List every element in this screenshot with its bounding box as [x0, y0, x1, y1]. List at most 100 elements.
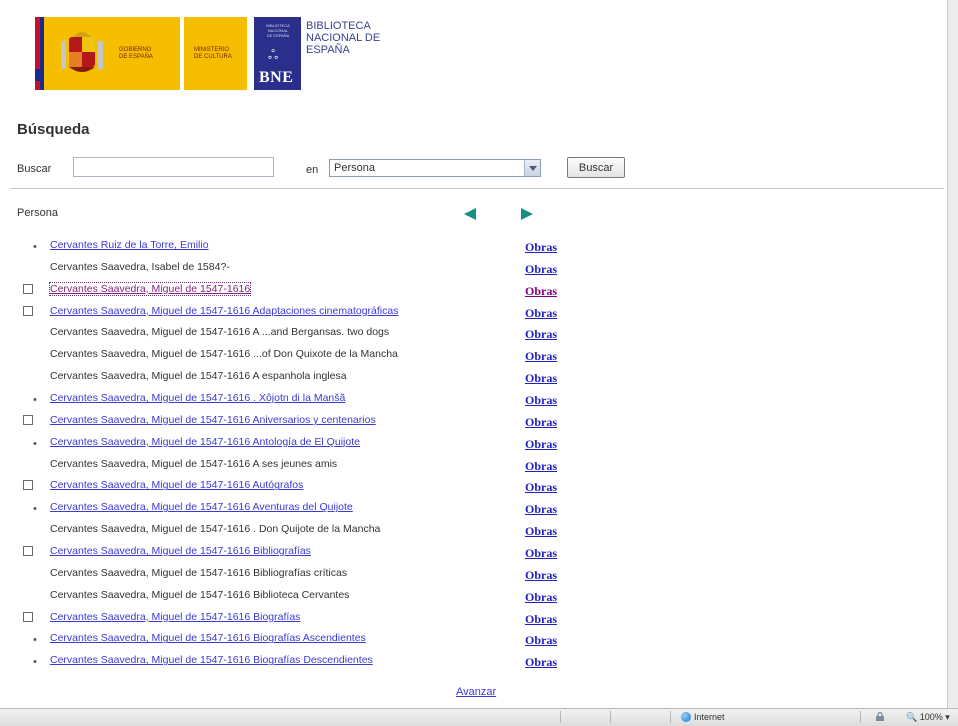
- status-bar: Internet 🔍 100% ▾: [0, 708, 958, 726]
- result-row: Cervantes Saavedra, Miguel de 1547-1616 …: [0, 520, 958, 542]
- result-row: • Cervantes Saavedra, Miguel de 1547-1616…: [0, 389, 958, 411]
- works-link[interactable]: Obras: [525, 284, 557, 299]
- bne-title: BIBLIOTECA NACIONAL DE ESPAÑA: [306, 20, 381, 56]
- works-link[interactable]: Obras: [525, 546, 557, 561]
- result-link[interactable]: Cervantes Ruiz de la Torre, Emilio: [50, 239, 209, 251]
- result-text: Cervantes Saavedra, Isabel de 1584?-: [50, 260, 230, 273]
- works-link[interactable]: Obras: [525, 459, 557, 474]
- status-separator: [860, 711, 861, 723]
- works-link[interactable]: Obras: [525, 415, 557, 430]
- arrow-right-icon[interactable]: [521, 208, 533, 220]
- result-link[interactable]: Cervantes Saavedra, Miguel de 1547-1616 …: [50, 611, 300, 623]
- result-text: Cervantes Saavedra, Miguel de 1547-1616 …: [50, 523, 381, 536]
- next-page-link[interactable]: Avanzar: [456, 686, 496, 698]
- flag-stripe-blue-lower: [35, 69, 44, 81]
- arrow-left-icon[interactable]: [464, 208, 476, 220]
- security-icon[interactable]: [875, 712, 885, 722]
- result-link[interactable]: Cervantes Saavedra, Miguel de 1547-1616: [48, 281, 252, 296]
- result-row: Cervantes Saavedra, Miguel de 1547-1616 …: [0, 608, 958, 630]
- result-row: Cervantes Saavedra, Miguel de 1547-1616 …: [0, 367, 958, 389]
- result-text: Cervantes Saavedra, Miguel de 1547-1616 …: [50, 457, 338, 470]
- result-row: Cervantes Saavedra, Miguel de 1547-1616 …: [0, 564, 958, 586]
- works-link[interactable]: Obras: [525, 655, 557, 670]
- result-text: Cervantes Saavedra, Miguel de 1547-1616 …: [50, 326, 390, 339]
- result-text: Cervantes Saavedra, Miguel de 1547-1616 …: [50, 588, 350, 601]
- result-row: Cervantes Saavedra, Miguel de 1547-1616 …: [0, 586, 958, 608]
- zoom-value: 100%: [919, 712, 943, 722]
- result-row: • Cervantes Ruiz de la Torre, Emilio Obras: [0, 236, 958, 258]
- result-row: Cervantes Saavedra, Miguel de 1547-1616 …: [0, 455, 958, 477]
- result-checkbox[interactable]: [23, 611, 33, 622]
- result-link[interactable]: Cervantes Saavedra, Miguel de 1547-1616 …: [50, 414, 376, 426]
- result-row: • Cervantes Saavedra, Miguel de 1547-1616…: [0, 433, 958, 455]
- chevron-down-icon[interactable]: [524, 160, 540, 176]
- page-title: Búsqueda: [17, 121, 90, 138]
- result-row: Cervantes Saavedra, Miguel de 1547-1616 …: [0, 323, 958, 345]
- bullet-icon: •: [33, 241, 37, 253]
- bullet-icon: •: [33, 394, 37, 407]
- bullet-icon: •: [33, 656, 37, 669]
- works-link[interactable]: Obras: [525, 633, 557, 648]
- works-link[interactable]: Obras: [525, 306, 557, 321]
- globe-icon: [681, 712, 691, 722]
- security-zone: Internet: [694, 712, 725, 722]
- search-input[interactable]: [73, 157, 274, 177]
- result-text: Cervantes Saavedra, Miguel de 1547-1616 …: [50, 370, 347, 383]
- works-link[interactable]: Obras: [525, 262, 557, 277]
- result-row: Cervantes Saavedra, Miguel de 1547-1616 …: [0, 302, 958, 324]
- result-link[interactable]: Cervantes Saavedra, Miguel de 1547-1616 …: [50, 479, 303, 491]
- status-separator: [560, 711, 561, 723]
- works-link[interactable]: Obras: [525, 349, 557, 364]
- divider: [10, 188, 944, 189]
- result-checkbox[interactable]: [23, 480, 33, 491]
- result-row: Cervantes Saavedra, Isabel de 1584?- Obra…: [0, 258, 958, 280]
- bullet-icon: •: [33, 437, 37, 450]
- result-row: • Cervantes Saavedra, Miguel de 1547-1616…: [0, 629, 958, 651]
- result-link[interactable]: Cervantes Saavedra, Miguel de 1547-1616 …: [50, 632, 366, 644]
- result-row: Cervantes Saavedra, Miguel de 1547-1616 …: [0, 345, 958, 367]
- search-field-selected: Persona: [334, 162, 375, 174]
- result-link[interactable]: Cervantes Saavedra, Miguel de 1547-1616 …: [50, 392, 345, 404]
- bne-logo-letters: BNE: [259, 69, 294, 86]
- works-link[interactable]: Obras: [525, 612, 557, 627]
- gobierno-text: GOBIERNO DE ESPAÑA: [119, 47, 153, 60]
- result-link[interactable]: Cervantes Saavedra, Miguel de 1547-1616 …: [50, 436, 360, 448]
- works-link[interactable]: Obras: [525, 327, 557, 342]
- zoom-level[interactable]: 🔍 100% ▾: [906, 712, 950, 723]
- result-checkbox[interactable]: [23, 283, 33, 294]
- result-row: • Cervantes Saavedra, Miguel de 1547-1616…: [0, 651, 958, 673]
- result-checkbox[interactable]: [23, 305, 33, 316]
- works-link[interactable]: Obras: [525, 371, 557, 386]
- search-field-select[interactable]: Persona: [329, 159, 541, 177]
- result-checkbox[interactable]: [23, 414, 33, 425]
- works-link[interactable]: Obras: [525, 590, 557, 605]
- bne-emblem-icon: ஃ: [268, 47, 279, 62]
- result-row: Cervantes Saavedra, Miguel de 1547-1616 …: [0, 542, 958, 564]
- works-link[interactable]: Obras: [525, 240, 557, 255]
- search-button[interactable]: Buscar: [567, 157, 625, 178]
- zoom-icon: 🔍: [906, 712, 918, 722]
- result-checkbox[interactable]: [23, 546, 33, 557]
- works-link[interactable]: Obras: [525, 480, 557, 495]
- result-row: Cervantes Saavedra, Miguel de 1547-1616 …: [0, 476, 958, 498]
- result-text: Cervantes Saavedra, Miguel de 1547-1616 …: [50, 348, 398, 361]
- gobierno-logo: GOBIERNO DE ESPAÑA: [35, 17, 180, 90]
- works-link[interactable]: Obras: [525, 568, 557, 583]
- result-link[interactable]: Cervantes Saavedra, Miguel de 1547-1616 …: [50, 545, 311, 557]
- ministerio-text: MINISTERIO DE CULTURA: [194, 47, 232, 60]
- status-separator: [610, 711, 611, 723]
- works-link[interactable]: Obras: [525, 393, 557, 408]
- works-link[interactable]: Obras: [525, 524, 557, 539]
- bne-logo[interactable]: BIBLIOTECA NACIONAL DE ESPAÑA ஃ BNE: [254, 17, 301, 90]
- bullet-icon: •: [33, 503, 37, 516]
- result-link[interactable]: Cervantes Saavedra, Miguel de 1547-1616 …: [50, 501, 353, 513]
- ministerio-logo: MINISTERIO DE CULTURA: [184, 17, 247, 90]
- result-link[interactable]: Cervantes Saavedra, Miguel de 1547-1616 …: [50, 654, 373, 666]
- bne-logo-mini-text: BIBLIOTECA NACIONAL DE ESPAÑA: [266, 23, 290, 38]
- works-link[interactable]: Obras: [525, 502, 557, 517]
- result-row: • Cervantes Saavedra, Miguel de 1547-1616…: [0, 498, 958, 520]
- works-link[interactable]: Obras: [525, 437, 557, 452]
- result-link[interactable]: Cervantes Saavedra, Miguel de 1547-1616 …: [50, 305, 398, 317]
- result-text: Cervantes Saavedra, Miguel de 1547-1616 …: [50, 566, 348, 579]
- result-row: Cervantes Saavedra, Miguel de 1547-1616 …: [0, 411, 958, 433]
